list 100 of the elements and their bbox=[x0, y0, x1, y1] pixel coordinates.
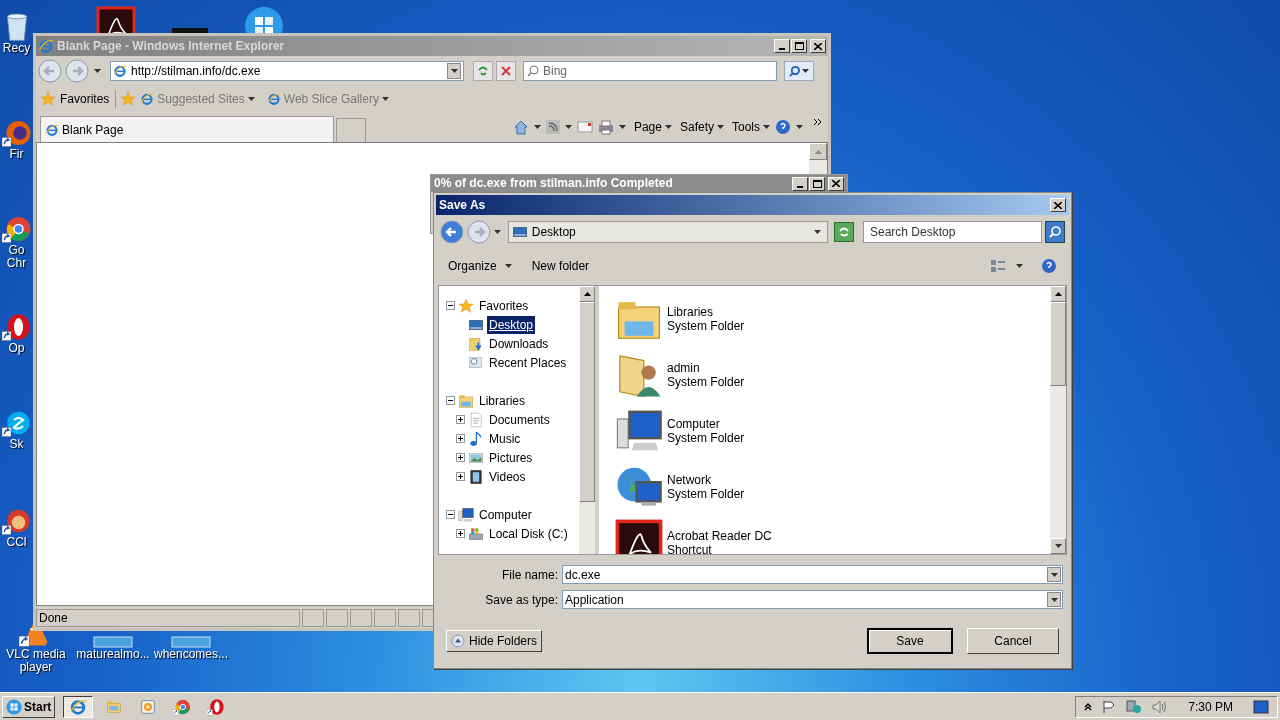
maximize-button[interactable] bbox=[809, 176, 825, 191]
home-icon[interactable] bbox=[512, 119, 529, 135]
refresh-button[interactable] bbox=[473, 61, 493, 81]
browser-icon bbox=[113, 64, 127, 78]
file-icon bbox=[171, 636, 211, 648]
expand-button[interactable] bbox=[456, 529, 465, 538]
network-icon[interactable] bbox=[1126, 699, 1143, 714]
feed-icon[interactable] bbox=[545, 120, 560, 134]
favorites-button[interactable]: Favorites bbox=[60, 90, 117, 108]
tree-item[interactable]: Local Disk (C:) bbox=[487, 524, 570, 543]
address-field[interactable]: http://stilman.info/dc.exe bbox=[110, 61, 464, 81]
file-type-dropdown[interactable]: Application bbox=[562, 590, 1063, 609]
file-type: System Folder bbox=[667, 375, 745, 389]
tree-item[interactable]: Desktop bbox=[487, 315, 536, 334]
arrow-up-icon bbox=[1054, 292, 1062, 296]
close-icon bbox=[1054, 201, 1062, 209]
clock[interactable]: 7:30 PM bbox=[1188, 697, 1233, 716]
search-icon bbox=[789, 65, 800, 77]
expand-button[interactable] bbox=[456, 415, 465, 424]
command-menu[interactable]: Safety bbox=[679, 118, 714, 136]
file-name[interactable]: admin bbox=[667, 361, 745, 375]
tree-item[interactable]: Favorites bbox=[477, 296, 531, 315]
status-text: Done bbox=[36, 609, 300, 627]
close-button[interactable] bbox=[828, 176, 844, 191]
new-folder-button[interactable]: New folder bbox=[531, 257, 590, 275]
scrollbar[interactable] bbox=[1050, 286, 1066, 554]
mail-icon[interactable] bbox=[576, 121, 593, 133]
taskbar-app[interactable] bbox=[63, 695, 94, 718]
scrollbar[interactable] bbox=[579, 286, 595, 554]
organize-button[interactable]: Organize bbox=[448, 257, 512, 275]
tree-item[interactable]: Documents bbox=[487, 410, 552, 429]
save-button[interactable]: Save bbox=[867, 628, 953, 654]
tree-item[interactable]: Pictures bbox=[487, 448, 535, 467]
caret-icon bbox=[1054, 544, 1062, 548]
caret-icon bbox=[618, 125, 626, 129]
refresh-button[interactable] bbox=[834, 222, 854, 242]
browser-tab[interactable]: Blank Page bbox=[40, 116, 334, 142]
command-menu[interactable]: Tools bbox=[732, 118, 760, 136]
status-pane bbox=[302, 609, 324, 627]
tree-item[interactable]: Music bbox=[487, 429, 523, 448]
start-button[interactable]: Start bbox=[2, 695, 56, 718]
minimize-button[interactable] bbox=[774, 39, 790, 53]
command-menu[interactable]: Page bbox=[633, 118, 662, 136]
tree-item[interactable]: Recent Places bbox=[487, 353, 569, 372]
tree-item[interactable]: Downloads bbox=[487, 334, 551, 353]
arrow-up-icon bbox=[814, 149, 822, 154]
help-icon[interactable] bbox=[1041, 258, 1057, 274]
collapse-button[interactable] bbox=[446, 301, 455, 310]
file-type: System Folder bbox=[667, 319, 745, 333]
collapse-button[interactable] bbox=[446, 396, 455, 405]
fox-browser-icon bbox=[1, 118, 32, 148]
file-name[interactable]: Acrobat Reader DC bbox=[667, 529, 772, 543]
dropdown-button[interactable] bbox=[447, 63, 461, 79]
hide-folders-button[interactable]: Hide Folders bbox=[446, 630, 543, 652]
close-button[interactable] bbox=[810, 39, 826, 53]
file-name[interactable]: Network bbox=[667, 473, 745, 487]
help-icon[interactable] bbox=[775, 119, 791, 135]
scroll-up-button[interactable] bbox=[809, 143, 827, 160]
caret-icon bbox=[1050, 572, 1058, 577]
minimize-button[interactable] bbox=[792, 176, 808, 191]
search-field[interactable]: Search Desktop bbox=[862, 221, 1043, 243]
tree-item[interactable]: Libraries bbox=[477, 391, 528, 410]
search-button[interactable] bbox=[1045, 221, 1065, 243]
monitor-icon bbox=[511, 224, 528, 240]
tree-item[interactable]: Videos bbox=[487, 467, 528, 486]
status-pane bbox=[326, 609, 348, 627]
search-button[interactable] bbox=[784, 61, 814, 81]
caret-icon bbox=[1016, 264, 1023, 268]
music-note-icon bbox=[468, 430, 484, 447]
collapse-button[interactable] bbox=[446, 510, 455, 519]
location-field[interactable]: Desktop bbox=[507, 221, 829, 243]
search-field[interactable]: Bing bbox=[523, 61, 777, 81]
caret-icon bbox=[763, 125, 770, 129]
stop-button[interactable] bbox=[496, 61, 516, 81]
caret-icon bbox=[796, 125, 803, 129]
expand-button[interactable] bbox=[456, 472, 465, 481]
file-name[interactable]: Libraries bbox=[667, 305, 745, 319]
close-icon bbox=[832, 180, 840, 187]
file-name[interactable]: Computer bbox=[667, 417, 745, 431]
chevron-icon[interactable] bbox=[814, 118, 822, 126]
scroll-thumb[interactable] bbox=[1050, 302, 1066, 386]
printer-icon[interactable] bbox=[597, 119, 614, 135]
expand-button[interactable] bbox=[456, 453, 465, 462]
cancel-button[interactable]: Cancel bbox=[967, 628, 1059, 654]
flag-icon[interactable] bbox=[1102, 699, 1117, 714]
drive-icon bbox=[468, 525, 484, 542]
back-button[interactable] bbox=[440, 220, 464, 244]
window-title: Blank Page - Windows Internet Explorer bbox=[57, 38, 285, 55]
close-icon bbox=[501, 66, 511, 76]
tree-item[interactable]: Computer bbox=[477, 505, 534, 524]
page-icon bbox=[140, 92, 155, 106]
download-folder-icon bbox=[468, 335, 484, 352]
maximize-button[interactable] bbox=[791, 39, 807, 53]
close-button[interactable] bbox=[1050, 198, 1066, 212]
show-desktop-icon[interactable] bbox=[1253, 699, 1269, 714]
scroll-thumb[interactable] bbox=[579, 302, 595, 502]
volume-icon[interactable] bbox=[1152, 699, 1169, 714]
chevron-up-icon[interactable] bbox=[1084, 702, 1093, 711]
file-name-field[interactable]: dc.exe bbox=[562, 565, 1063, 584]
expand-button[interactable] bbox=[456, 434, 465, 443]
